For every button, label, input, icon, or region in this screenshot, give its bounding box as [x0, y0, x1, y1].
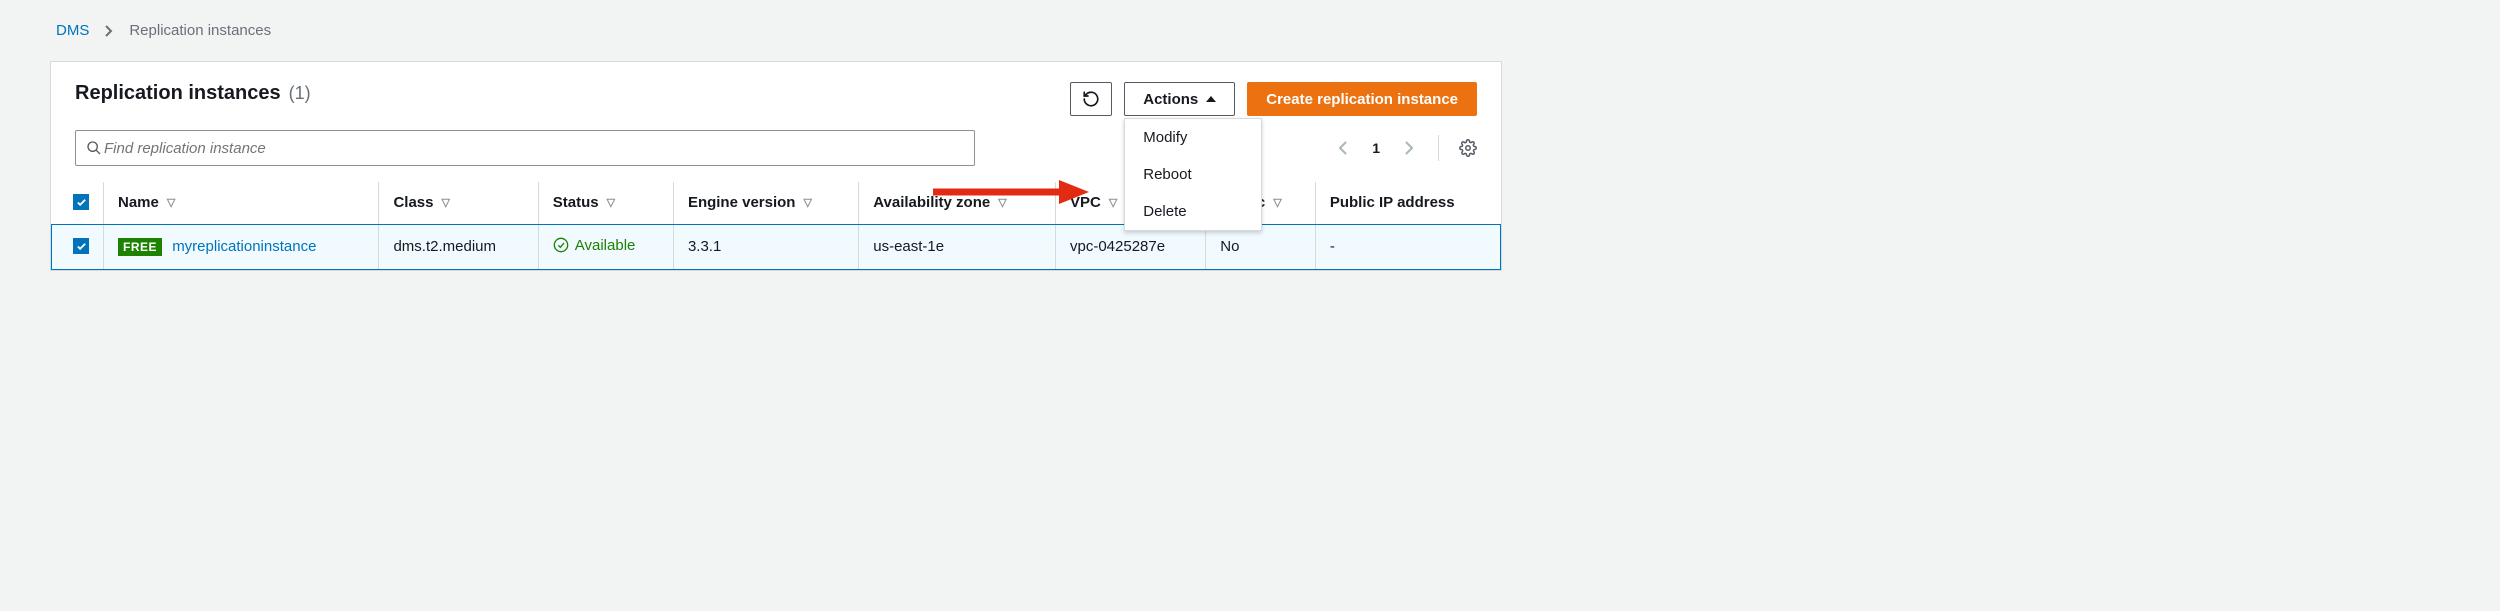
- search-input[interactable]: [102, 139, 964, 158]
- page-next-button[interactable]: [1400, 136, 1418, 160]
- col-availability-zone[interactable]: Availability zone▽: [859, 182, 1056, 224]
- panel-title-text: Replication instances: [75, 82, 281, 105]
- actions-button[interactable]: Actions: [1124, 82, 1235, 116]
- search-box[interactable]: [75, 130, 975, 166]
- actions-menu: Modify Reboot Delete: [1124, 118, 1262, 231]
- cell-public-ip: -: [1315, 224, 1501, 270]
- caret-up-icon: [1206, 96, 1216, 102]
- refresh-button[interactable]: [1070, 82, 1112, 116]
- create-replication-instance-button[interactable]: Create replication instance: [1247, 82, 1477, 116]
- col-public-ip[interactable]: Public IP address: [1315, 182, 1501, 224]
- sort-icon: ▽: [607, 196, 615, 209]
- page-prev-button[interactable]: [1334, 136, 1352, 160]
- page-number: 1: [1366, 140, 1386, 156]
- col-class[interactable]: Class▽: [379, 182, 538, 224]
- pager-divider: [1438, 135, 1439, 161]
- sort-icon: ▽: [1109, 196, 1117, 209]
- cell-class: dms.t2.medium: [379, 224, 538, 270]
- col-engine-version[interactable]: Engine version▽: [673, 182, 858, 224]
- panel-title: Replication instances (1): [75, 82, 311, 105]
- breadcrumb: DMS Replication instances: [50, 22, 2482, 39]
- search-icon: [86, 140, 102, 156]
- action-reboot[interactable]: Reboot: [1125, 156, 1261, 193]
- chevron-right-icon: [105, 25, 113, 37]
- cell-engine-version: 3.3.1: [673, 224, 858, 270]
- row-checkbox[interactable]: [73, 238, 89, 254]
- settings-button[interactable]: [1459, 139, 1477, 157]
- check-circle-icon: [553, 237, 569, 253]
- sort-icon: ▽: [803, 196, 811, 209]
- sort-icon: ▽: [1273, 196, 1281, 209]
- sort-icon: ▽: [167, 196, 175, 209]
- replication-instances-panel: Replication instances (1) Actions: [50, 61, 1502, 271]
- action-delete[interactable]: Delete: [1125, 193, 1261, 230]
- select-all-checkbox[interactable]: [73, 194, 89, 210]
- col-status[interactable]: Status▽: [538, 182, 673, 224]
- col-name[interactable]: Name▽: [104, 182, 379, 224]
- instances-table: Name▽ Class▽ Status▽ Engine version▽ Ava…: [51, 182, 1501, 270]
- sort-icon: ▽: [998, 196, 1006, 209]
- table-row[interactable]: FREE myreplicationinstance dms.t2.medium…: [51, 224, 1501, 270]
- free-badge: FREE: [118, 238, 162, 256]
- refresh-icon: [1082, 90, 1100, 108]
- sort-icon: ▽: [441, 196, 449, 209]
- pager: 1: [1334, 135, 1477, 161]
- cell-az: us-east-1e: [859, 224, 1056, 270]
- instance-name-link[interactable]: myreplicationinstance: [172, 238, 316, 255]
- breadcrumb-root-link[interactable]: DMS: [56, 22, 89, 39]
- status-badge: Available: [553, 237, 636, 254]
- actions-button-label: Actions: [1143, 91, 1198, 108]
- panel-title-count: (1): [289, 83, 311, 104]
- breadcrumb-current: Replication instances: [129, 22, 271, 39]
- action-modify[interactable]: Modify: [1125, 119, 1261, 156]
